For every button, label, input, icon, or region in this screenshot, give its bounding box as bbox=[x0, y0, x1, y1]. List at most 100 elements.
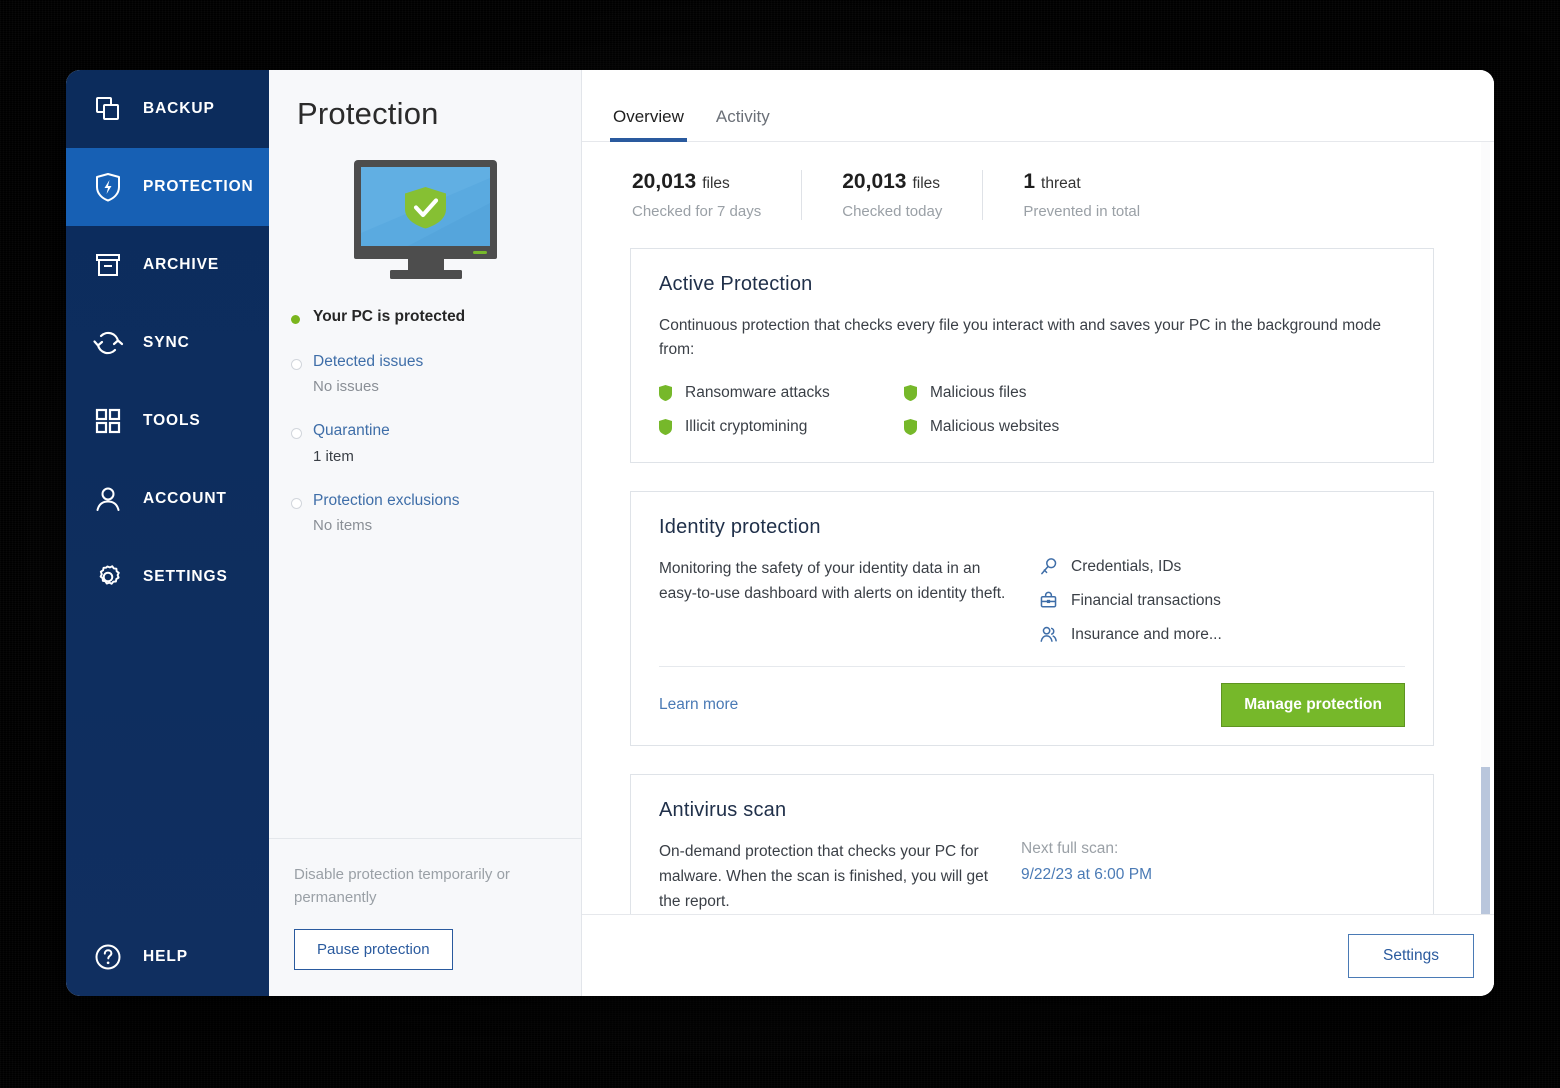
feature-label: Malicious websites bbox=[930, 418, 1060, 436]
page-title: Protection bbox=[297, 96, 439, 131]
next-scan-label: Next full scan: bbox=[1021, 840, 1119, 858]
shield-bolt-icon bbox=[91, 170, 125, 204]
stat-sub: Checked for 7 days bbox=[632, 203, 762, 220]
pause-protection-button[interactable]: Pause protection bbox=[294, 929, 453, 970]
sidebar-item-label: TOOLS bbox=[143, 412, 201, 429]
shield-bullet-icon bbox=[904, 385, 917, 402]
list-item-detected-issues[interactable]: Detected issues No issues bbox=[291, 353, 581, 397]
shield-bullet-icon bbox=[904, 419, 917, 436]
detected-issues-link[interactable]: Detected issues bbox=[313, 353, 423, 370]
sidebar-item-protection[interactable]: PROTECTION bbox=[66, 148, 269, 226]
list-item: Ransomware attacks bbox=[659, 384, 904, 402]
list-item-quarantine[interactable]: Quarantine 1 item bbox=[291, 422, 581, 466]
card-title: Identity protection bbox=[659, 516, 821, 539]
sidebar-help-label: HELP bbox=[143, 948, 188, 965]
gear-icon bbox=[91, 560, 125, 594]
sidebar-item-sync[interactable]: SYNC bbox=[66, 304, 269, 382]
card-identity-protection: Identity protection Monitoring the safet… bbox=[630, 491, 1434, 747]
card-description: Monitoring the safety of your identity d… bbox=[659, 560, 1006, 602]
stat-sub: Checked today bbox=[842, 203, 943, 220]
sidebar-item-archive[interactable]: ARCHIVE bbox=[66, 226, 269, 304]
protection-exclusions-value: No items bbox=[313, 517, 373, 535]
sidebar-item-tools[interactable]: TOOLS bbox=[66, 382, 269, 460]
grid-squares-icon bbox=[91, 404, 125, 438]
question-circle-icon bbox=[91, 940, 125, 974]
card-description: On-demand protection that checks your PC… bbox=[659, 843, 989, 910]
detected-issues-value: No issues bbox=[313, 378, 379, 396]
sidebar-nav-list: BACKUP PROTECTION ARCHIVE SYNC TOOLS ACC… bbox=[66, 70, 269, 616]
stat-sub: Prevented in total bbox=[1023, 203, 1141, 220]
status-label: Your PC is protected bbox=[313, 308, 466, 325]
status-dot-grey bbox=[291, 497, 302, 509]
card-title: Antivirus scan bbox=[659, 799, 787, 822]
protection-exclusions-link[interactable]: Protection exclusions bbox=[313, 492, 459, 509]
stat-checked-7days: 20,013 files Checked for 7 days bbox=[632, 170, 801, 220]
list-item: Malicious files bbox=[904, 384, 1405, 402]
identity-item-label: Financial transactions bbox=[1071, 591, 1221, 609]
panel-footer: Disable protection temporarily or perman… bbox=[269, 837, 581, 997]
list-item: Insurance and more... bbox=[1037, 625, 1222, 644]
sidebar-item-label: ARCHIVE bbox=[143, 256, 220, 273]
active-protection-feature-list: Ransomware attacks Malicious files Illic… bbox=[659, 384, 1405, 436]
archive-box-icon bbox=[91, 248, 125, 282]
status-row-protected: Your PC is protected bbox=[291, 308, 581, 327]
sidebar-item-label: BACKUP bbox=[143, 100, 215, 117]
status-dot-grey bbox=[291, 428, 302, 440]
stat-unit: files bbox=[912, 175, 941, 192]
protection-detail-panel: Protection Your PC is protected Detected… bbox=[269, 70, 582, 996]
people-icon bbox=[1037, 625, 1059, 644]
shield-bullet-icon bbox=[659, 419, 672, 436]
sidebar-item-backup[interactable]: BACKUP bbox=[66, 70, 269, 148]
card-active-protection: Active Protection Continuous protection … bbox=[630, 248, 1434, 464]
next-scan-block: Next full scan: 9/22/23 at 6:00 PM bbox=[1021, 840, 1152, 914]
quarantine-value: 1 item bbox=[313, 447, 354, 465]
feature-label: Malicious files bbox=[930, 384, 1027, 402]
sidebar-item-settings[interactable]: SETTINGS bbox=[66, 538, 269, 616]
sidebar-item-label: PROTECTION bbox=[143, 178, 254, 195]
identity-item-label: Credentials, IDs bbox=[1071, 557, 1182, 575]
status-dot-green bbox=[291, 315, 300, 324]
tab-overview[interactable]: Overview bbox=[597, 107, 700, 142]
sync-arrows-icon bbox=[91, 326, 125, 360]
key-icon bbox=[1037, 557, 1059, 576]
stat-value: 20,013 bbox=[842, 170, 907, 193]
list-item: Illicit cryptomining bbox=[659, 418, 904, 436]
disable-protection-hint: Disable protection temporarily or perman… bbox=[294, 865, 510, 906]
feature-label: Ransomware attacks bbox=[685, 384, 830, 402]
next-scan-value[interactable]: 9/22/23 at 6:00 PM bbox=[1021, 866, 1152, 884]
person-icon bbox=[91, 482, 125, 516]
stat-checked-today: 20,013 files Checked today bbox=[801, 170, 982, 220]
list-item: Financial transactions bbox=[1037, 591, 1222, 610]
card-title: Active Protection bbox=[659, 273, 813, 295]
stat-value: 20,013 bbox=[632, 170, 697, 193]
main-footer: Settings bbox=[582, 914, 1494, 996]
sidebar-item-help[interactable]: HELP bbox=[66, 918, 269, 996]
app-window: BACKUP PROTECTION ARCHIVE SYNC TOOLS ACC… bbox=[66, 70, 1494, 996]
stat-threats-prevented: 1 threat Prevented in total bbox=[982, 170, 1180, 220]
briefcase-lock-icon bbox=[1037, 591, 1059, 610]
main-content: Overview Activity 20,013 files Checked f… bbox=[582, 70, 1494, 996]
protection-status-list: Your PC is protected Detected issues No … bbox=[269, 280, 581, 535]
sidebar-item-label: SETTINGS bbox=[143, 568, 228, 585]
tab-activity[interactable]: Activity bbox=[700, 107, 786, 141]
sidebar-item-account[interactable]: ACCOUNT bbox=[66, 460, 269, 538]
manage-protection-button[interactable]: Manage protection bbox=[1221, 683, 1405, 728]
settings-button[interactable]: Settings bbox=[1347, 933, 1474, 978]
learn-more-link[interactable]: Learn more bbox=[659, 696, 738, 714]
identity-item-label: Insurance and more... bbox=[1071, 625, 1222, 643]
list-item: Credentials, IDs bbox=[1037, 557, 1222, 576]
stat-value: 1 bbox=[1023, 170, 1036, 193]
monitor-with-green-shield-icon bbox=[269, 158, 581, 280]
list-item-protection-exclusions[interactable]: Protection exclusions No items bbox=[291, 492, 581, 536]
scrollbar-thumb[interactable] bbox=[1481, 767, 1490, 914]
scrollable-content: 20,013 files Checked for 7 days 20,013 f… bbox=[582, 142, 1494, 914]
sidebar: BACKUP PROTECTION ARCHIVE SYNC TOOLS ACC… bbox=[66, 70, 269, 996]
sidebar-item-label: SYNC bbox=[143, 334, 190, 351]
list-item: Malicious websites bbox=[904, 418, 1405, 436]
quarantine-link[interactable]: Quarantine bbox=[313, 422, 390, 439]
copy-icon bbox=[91, 92, 125, 126]
card-antivirus-scan: Antivirus scan On-demand protection that… bbox=[630, 774, 1434, 914]
identity-card-footer: Learn more Manage protection bbox=[659, 666, 1405, 745]
identity-feature-list: Credentials, IDs Financial transactions … bbox=[1037, 557, 1222, 644]
status-dot-grey bbox=[291, 358, 302, 370]
